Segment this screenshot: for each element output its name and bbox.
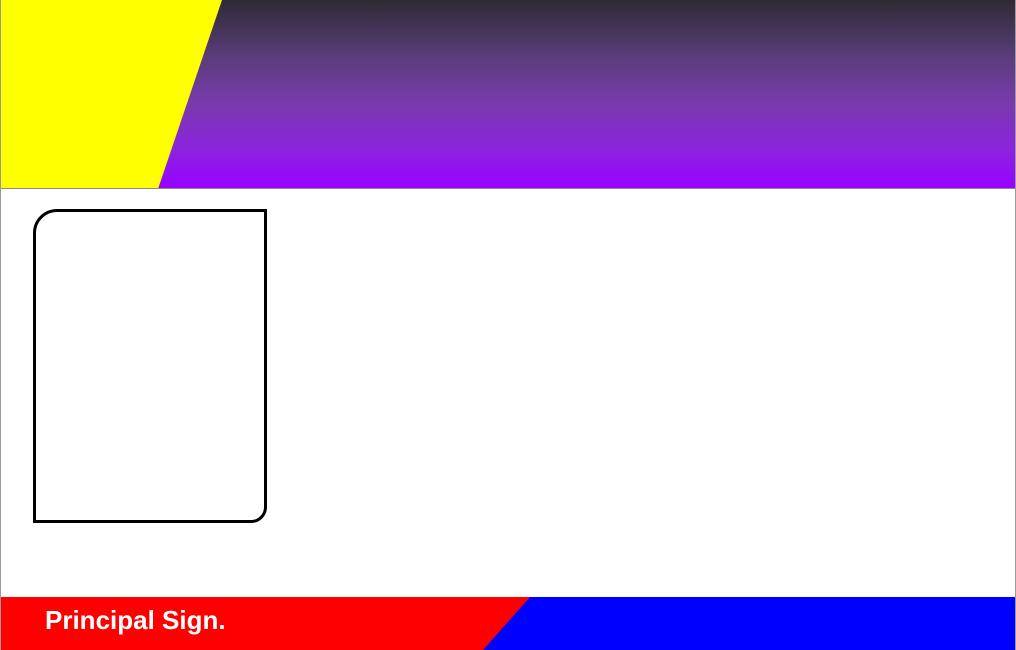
card-footer: Principal Sign.	[1, 597, 1015, 650]
card-header	[1, 0, 1015, 189]
principal-sign-label: Principal Sign.	[45, 605, 226, 635]
header-divider	[1, 188, 1015, 189]
photo-placeholder	[33, 209, 267, 523]
id-card: Principal Sign.	[0, 0, 1016, 650]
